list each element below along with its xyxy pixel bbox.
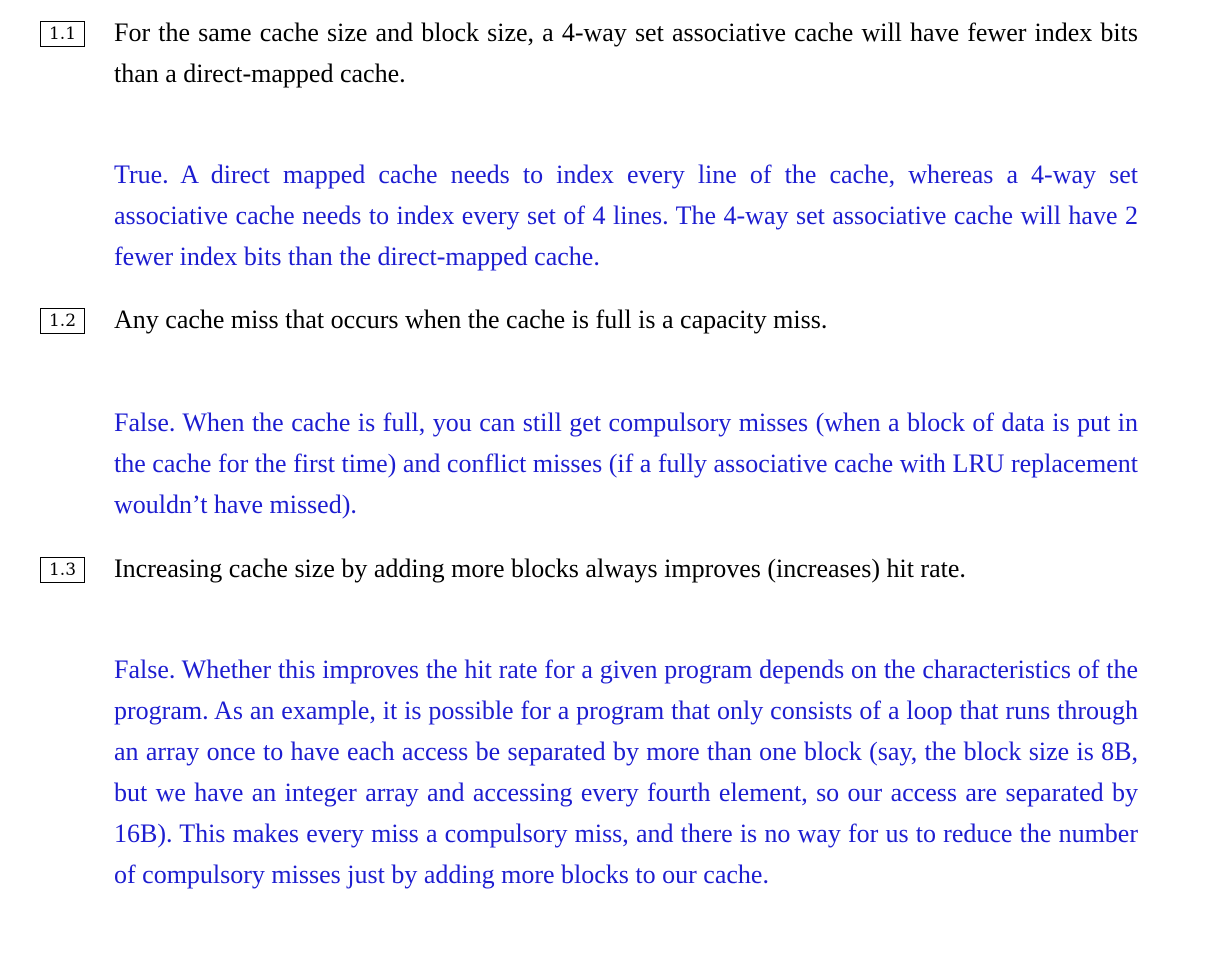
answer-text: False. Whether this improves the hit rat…: [114, 655, 1138, 889]
question-prompt: Any cache miss that occurs when the cach…: [114, 305, 828, 334]
answer-text: False. When the cache is full, you can s…: [114, 408, 1138, 519]
question-number-box: 1.1: [40, 21, 85, 47]
question-prompt: For the same cache size and block size, …: [114, 18, 1138, 88]
question-number-box: 1.2: [40, 308, 85, 334]
answer-text: True. A direct mapped cache needs to ind…: [114, 160, 1138, 271]
document-page: 1.1 For the same cache size and block si…: [0, 0, 1225, 967]
question-prompt: Increasing cache size by adding more blo…: [114, 554, 966, 583]
question-number-box: 1.3: [40, 557, 85, 583]
